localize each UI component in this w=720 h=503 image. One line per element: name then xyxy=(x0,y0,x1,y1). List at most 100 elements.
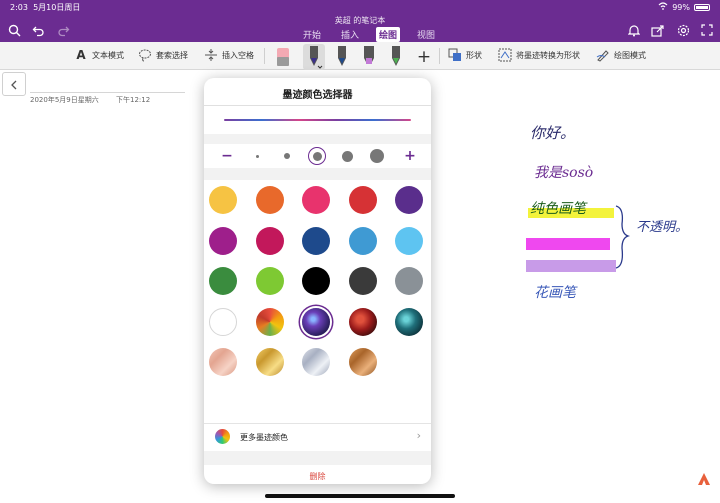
draw-mode-button[interactable]: 绘图模式 xyxy=(596,48,646,62)
popover-arrow xyxy=(313,70,329,78)
ink-to-shape-button[interactable]: 将墨迹转换为形状 xyxy=(498,48,580,62)
color-swatch[interactable] xyxy=(395,267,423,295)
color-swatch[interactable] xyxy=(302,267,330,295)
color-swatch[interactable] xyxy=(302,348,330,376)
color-swatch[interactable] xyxy=(255,307,284,336)
color-swatch[interactable] xyxy=(348,267,377,295)
ink-to-shape-icon xyxy=(498,48,512,62)
picker-title: 墨迹颜色选择器 xyxy=(282,90,353,101)
lasso-select-button[interactable]: 套索选择 xyxy=(138,48,188,62)
add-pen-button[interactable]: + xyxy=(413,44,435,70)
color-swatch[interactable] xyxy=(348,307,377,336)
pen-tool-2[interactable] xyxy=(331,44,353,70)
color-swatch[interactable] xyxy=(395,186,423,214)
color-swatch[interactable] xyxy=(348,348,377,376)
color-swatch[interactable] xyxy=(348,226,377,255)
stroke-preview xyxy=(224,119,411,121)
shapes-label: 形状 xyxy=(466,50,482,60)
color-swatch[interactable] xyxy=(395,226,423,255)
thickness-row: − + xyxy=(204,146,431,166)
draw-mode-icon xyxy=(596,48,610,62)
color-swatch[interactable] xyxy=(348,186,377,214)
bell-icon[interactable] xyxy=(626,22,642,38)
color-swatch[interactable] xyxy=(209,226,237,255)
ink-line-opaque: 不透明。 xyxy=(636,220,689,235)
chevron-right-icon: › xyxy=(416,429,421,442)
color-swatch-selected[interactable] xyxy=(302,307,330,336)
tab-insert[interactable]: 插入 xyxy=(338,27,362,42)
redo-icon[interactable] xyxy=(55,22,71,38)
color-swatch[interactable] xyxy=(255,348,284,376)
color-swatch[interactable] xyxy=(209,348,237,376)
back-button[interactable] xyxy=(2,72,26,96)
ink-color-picker: 墨迹颜色选择器 − + 更多墨迹颜色 › 删除 xyxy=(204,78,431,484)
thickness-option[interactable] xyxy=(370,146,384,166)
lasso-icon xyxy=(138,48,152,62)
page-time: 下午12:12 xyxy=(116,96,151,104)
color-swatch[interactable] xyxy=(255,186,284,214)
fullscreen-icon[interactable] xyxy=(699,22,715,38)
thickness-option[interactable] xyxy=(340,146,354,166)
ribbon-divider xyxy=(439,48,440,64)
tab-view[interactable]: 视图 xyxy=(414,27,438,42)
decrease-thickness-button[interactable]: − xyxy=(220,146,234,166)
page-date: 2020年5月9日星期六 xyxy=(30,96,99,104)
section-gap xyxy=(204,451,431,465)
status-time: 2:03 5月10日周日 xyxy=(10,3,81,12)
increase-thickness-button[interactable]: + xyxy=(403,146,417,166)
text-mode-icon: A xyxy=(76,48,86,62)
brace-mark xyxy=(615,205,630,269)
thickness-option[interactable] xyxy=(280,146,294,166)
delete-pen-button[interactable]: 删除 xyxy=(204,471,431,482)
magenta-stroke xyxy=(526,238,610,250)
office-logo-icon xyxy=(696,471,712,491)
more-ink-colors-label: 更多墨迹颜色 xyxy=(240,433,288,442)
shapes-icon xyxy=(448,48,462,62)
ink-line-solid-pen: 纯色画笔 xyxy=(530,201,586,217)
tab-draw[interactable]: 绘图 xyxy=(376,27,401,42)
more-ink-colors-row[interactable]: 更多墨迹颜色 › xyxy=(204,427,431,451)
thickness-option-selected[interactable] xyxy=(307,146,327,166)
insert-space-button[interactable]: 插入空格 xyxy=(204,48,254,62)
app-header: 2:03 5月10日周日 99% 英超 的笔记本 开始 插入 绘图 视图 xyxy=(0,0,720,42)
color-swatch[interactable] xyxy=(255,267,284,295)
title-underline xyxy=(30,92,185,93)
color-wheel-icon xyxy=(215,429,230,444)
color-swatch[interactable] xyxy=(395,307,423,336)
thickness-option[interactable] xyxy=(250,146,264,166)
notebook-title: 英超 的笔记本 xyxy=(334,16,386,25)
ink-drawing[interactable]: 你好。 我是sosò 纯色画笔 不透明。 花画笔 xyxy=(520,112,700,312)
color-swatch[interactable] xyxy=(209,307,237,336)
shapes-button[interactable]: 形状 xyxy=(448,48,482,62)
highlighter-tool[interactable] xyxy=(358,44,380,70)
ink-line-intro: 我是sosò xyxy=(534,165,594,181)
pen-tool-3[interactable] xyxy=(385,44,407,70)
color-swatch[interactable] xyxy=(209,267,237,295)
color-swatch[interactable] xyxy=(302,226,330,255)
tab-home[interactable]: 开始 xyxy=(300,27,324,42)
text-mode-button[interactable]: A 文本模式 xyxy=(74,48,124,62)
color-swatch[interactable] xyxy=(302,186,330,214)
lasso-select-label: 套索选择 xyxy=(156,50,188,60)
lavender-stroke xyxy=(526,260,616,272)
section-gap xyxy=(204,168,431,180)
insert-space-label: 插入空格 xyxy=(222,50,254,60)
draw-mode-label: 绘图模式 xyxy=(614,50,646,60)
text-mode-label: 文本模式 xyxy=(92,50,124,60)
ink-to-shape-label: 将墨迹转换为形状 xyxy=(516,50,580,60)
eraser-tool[interactable] xyxy=(272,44,294,70)
insert-space-icon xyxy=(204,48,218,62)
share-icon[interactable] xyxy=(650,22,666,38)
ink-line-hello: 你好。 xyxy=(530,124,576,142)
undo-icon[interactable] xyxy=(30,22,46,38)
color-swatch[interactable] xyxy=(209,186,237,214)
ribbon-divider xyxy=(264,48,265,64)
ribbon-tabs: 开始 插入 绘图 视图 xyxy=(300,27,438,42)
gear-icon[interactable] xyxy=(675,22,691,38)
draw-ribbon: A 文本模式 套索选择 插入空格 + 形状 将墨迹转换为形状 绘图模式 xyxy=(0,42,720,70)
chevron-left-icon xyxy=(10,75,18,94)
battery-percent: 99% xyxy=(672,2,690,12)
pen-tool-1[interactable] xyxy=(303,44,325,70)
color-swatch[interactable] xyxy=(255,226,284,255)
search-icon[interactable] xyxy=(6,22,22,38)
